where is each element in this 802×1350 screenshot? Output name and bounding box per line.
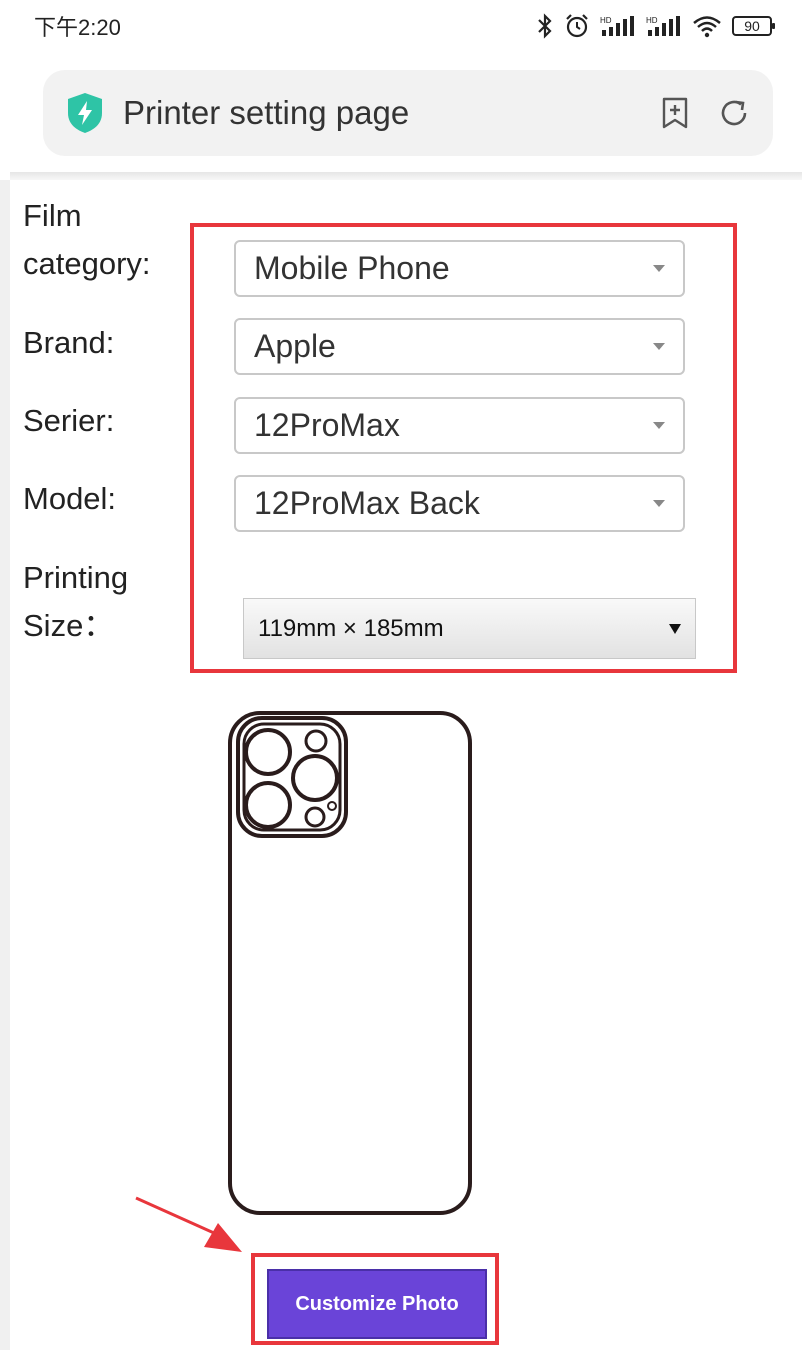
bookmark-add-icon[interactable] bbox=[659, 96, 691, 130]
battery-level: 90 bbox=[744, 18, 760, 34]
printing-size-select[interactable]: 119mm × 185mm bbox=[243, 598, 696, 659]
status-bar: 下午2:20 HD HD 90 bbox=[0, 0, 802, 52]
printing-size-value: 119mm × 185mm bbox=[258, 614, 444, 642]
toolbar-divider bbox=[10, 172, 802, 180]
customize-photo-button[interactable]: Customize Photo bbox=[267, 1269, 487, 1339]
brand-select[interactable]: Apple bbox=[234, 318, 685, 375]
arrow-icon bbox=[135, 1196, 242, 1252]
svg-text:HD: HD bbox=[646, 16, 658, 25]
address-bar[interactable]: Printer setting page bbox=[43, 70, 773, 156]
phone-back-outline-icon bbox=[228, 711, 472, 1215]
chevron-down-icon bbox=[653, 265, 665, 272]
brand-value: Apple bbox=[254, 328, 336, 364]
model-select[interactable]: 12ProMax Back bbox=[234, 475, 685, 532]
signal-hd-icon: HD bbox=[600, 16, 634, 36]
chevron-down-icon bbox=[653, 343, 665, 350]
printing-size-label: Printing Size： bbox=[23, 560, 129, 643]
brand-label: Brand: bbox=[23, 325, 115, 360]
film-category-select[interactable]: Mobile Phone bbox=[234, 240, 685, 297]
status-time: 下午2:20 bbox=[34, 15, 121, 40]
page-edge bbox=[0, 180, 10, 1350]
series-label: Serier: bbox=[23, 403, 115, 438]
page-title: Printer setting page bbox=[123, 94, 410, 131]
refresh-icon[interactable] bbox=[717, 96, 751, 130]
svg-text:HD: HD bbox=[600, 16, 612, 25]
model-label: Model: bbox=[23, 481, 117, 516]
film-category-label: Film category: bbox=[23, 198, 151, 281]
model-value: 12ProMax Back bbox=[254, 485, 480, 521]
wifi-icon bbox=[693, 16, 721, 38]
bluetooth-icon bbox=[538, 13, 552, 39]
alarm-icon bbox=[566, 14, 588, 38]
battery-icon: 90 bbox=[732, 16, 775, 36]
chevron-down-icon bbox=[669, 623, 681, 634]
series-select[interactable]: 12ProMax bbox=[234, 397, 685, 454]
film-category-value: Mobile Phone bbox=[254, 250, 450, 286]
chevron-down-icon bbox=[653, 500, 665, 507]
signal-hd-icon: HD bbox=[646, 16, 680, 36]
series-value: 12ProMax bbox=[254, 407, 400, 443]
status-icons: HD HD 90 bbox=[536, 13, 775, 39]
shield-icon bbox=[68, 93, 102, 133]
chevron-down-icon bbox=[653, 422, 665, 429]
